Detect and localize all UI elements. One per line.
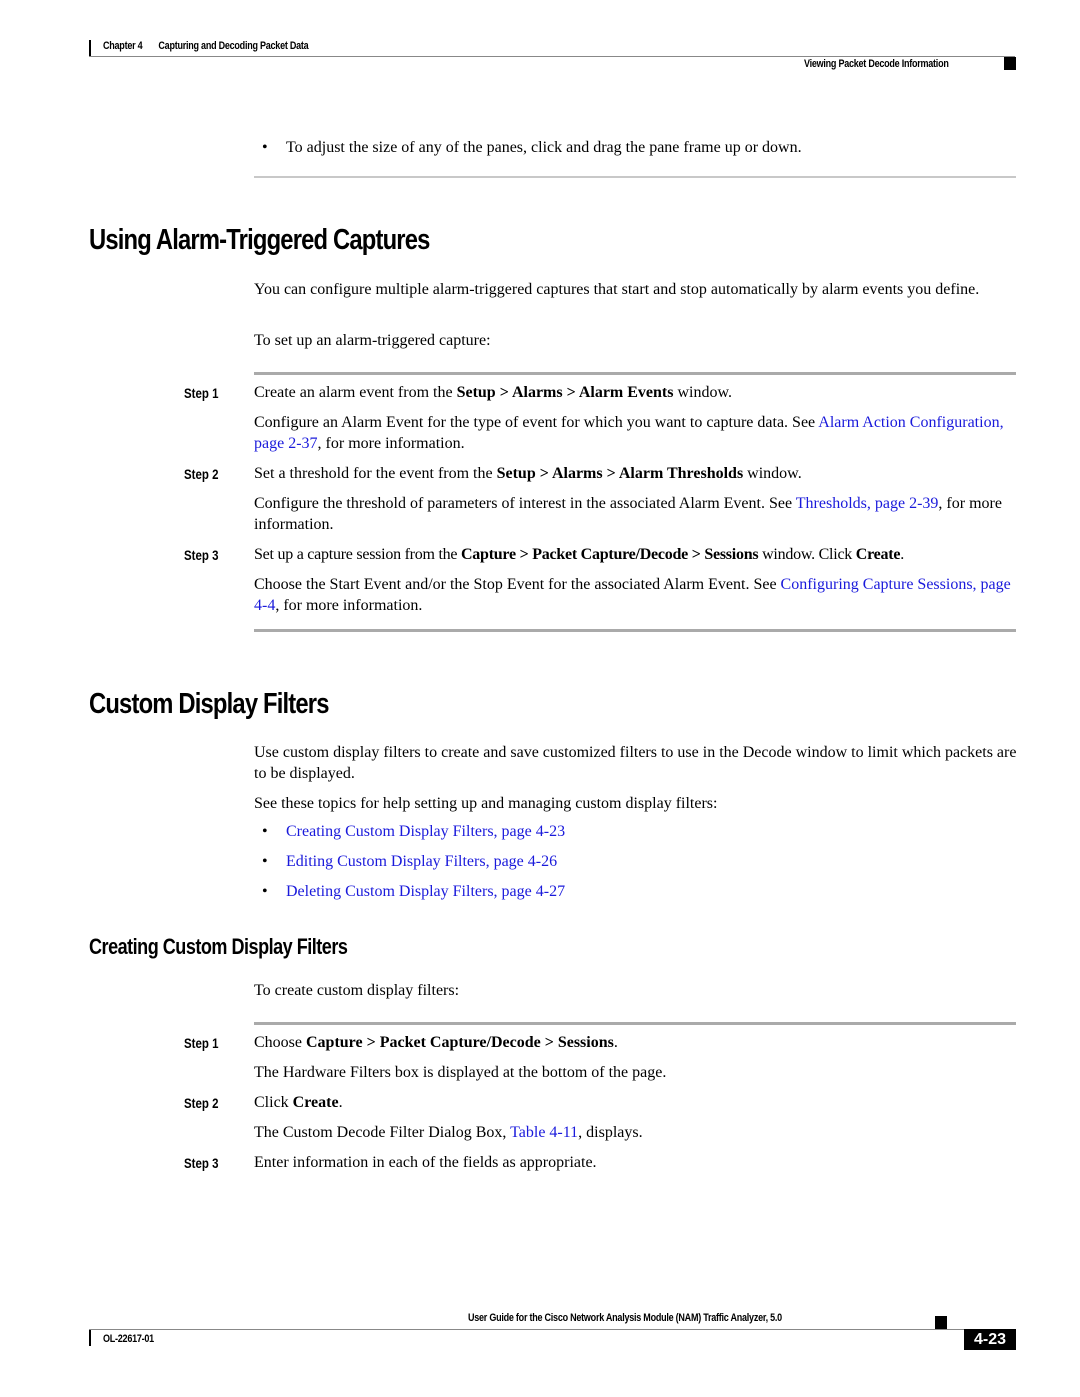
menu-path: Capture > Packet Capture/Decode > Sessio… [461,546,759,563]
step-label: Step 3 [184,1155,219,1171]
footer-left-bar [89,1330,91,1346]
create-label: Create [292,1094,339,1111]
header-left-bar [89,40,91,56]
step-text-post: . [338,1094,343,1111]
step-text-pre: Create an alarm event from the [254,384,457,401]
paragraph: Use custom display filters to create and… [254,744,1017,782]
detail-text-post: , for more information. [317,435,465,452]
detail-text-post: , for more information. [275,597,423,614]
footer-rule [89,1329,1016,1330]
section-heading-alarm-triggered: Using Alarm-Triggered Captures [89,224,430,256]
thresholds-link[interactable]: Thresholds, page 2-39 [796,495,939,512]
page-number: 4-23 [964,1329,1016,1350]
step-text-pre: Choose [254,1034,306,1051]
step-text: Click Create. [254,1092,1024,1113]
step-text-post: window. [673,384,732,401]
step-text: Set a threshold for the event from the S… [254,463,1024,484]
step-text: Enter information in each of the fields … [254,1154,597,1171]
bullet-dot: • [262,823,268,840]
step-text-post: window. Click [758,546,856,563]
step-label: Step 1 [184,385,219,401]
editing-custom-display-filters-link[interactable]: Editing Custom Display Filters, page 4-2… [286,853,557,871]
step-detail: The Custom Decode Filter Dialog Box, Tab… [254,1122,1024,1143]
divider [254,176,1016,178]
paragraph: See these topics for help setting up and… [254,795,718,812]
step-detail: Choose the Start Event and/or the Stop E… [254,574,1024,616]
paragraph: To set up an alarm-triggered capture: [254,332,491,349]
bullet-dot: • [262,853,268,870]
detail-text: The Custom Decode Filter Dialog Box, [254,1124,511,1141]
procedure-rule-top [254,372,1016,375]
step-label: Step 3 [184,547,219,563]
step-text-end: . [900,546,904,563]
step-text: Choose Capture > Packet Capture/Decode >… [254,1032,1024,1053]
footer-marker-square [935,1316,947,1329]
bullet-dot: • [262,883,268,900]
creating-custom-display-filters-link[interactable]: Creating Custom Display Filters, page 4-… [286,823,565,841]
paragraph: To create custom display filters: [254,982,460,999]
menu-path: Setup > Alarms > Alarm Events [456,384,674,401]
footer-doc-number: OL-22617-01 [103,1333,154,1345]
chapter-number: Chapter 4 [103,40,143,52]
table-4-11-link[interactable]: Table 4-11 [510,1124,578,1141]
step-detail: Configure an Alarm Event for the type of… [254,412,1024,454]
procedure-rule-top [254,1022,1016,1025]
section-heading-custom-display-filters: Custom Display Filters [89,688,329,720]
paragraph: You can configure multiple alarm-trigger… [254,281,980,298]
detail-text-post: , displays. [578,1124,643,1141]
step-text-pre: Set up a capture session from the [254,546,461,563]
menu-path: Setup > Alarms > Alarm Thresholds [496,465,744,482]
create-label: Create [855,546,901,563]
header-section-title: Viewing Packet Decode Information [804,58,949,70]
bullet-dot: • [262,139,268,156]
step-text: Set up a capture session from the Captur… [254,544,1024,565]
step-text-pre: Set a threshold for the event from the [254,465,497,482]
step-label: Step 1 [184,1035,219,1051]
deleting-custom-display-filters-link[interactable]: Deleting Custom Display Filters, page 4-… [286,883,565,901]
subsection-heading-creating-filters: Creating Custom Display Filters [89,934,348,959]
step-detail: Configure the threshold of parameters of… [254,493,1024,535]
header-chapter: Chapter 4 Capturing and Decoding Packet … [103,40,309,52]
detail-text: Configure an Alarm Event for the type of… [254,414,819,431]
step-text-pre: Click [254,1094,293,1111]
header-marker-square [1004,57,1016,70]
menu-path: Capture > Packet Capture/Decode > Sessio… [306,1034,614,1051]
header-rule [89,56,1015,57]
step-label: Step 2 [184,1095,219,1111]
step-text: Create an alarm event from the Setup > A… [254,382,1024,403]
detail-text: Configure the threshold of parameters of… [254,495,796,512]
step-label: Step 2 [184,466,219,482]
step-text-post: . [613,1034,618,1051]
chapter-title: Capturing and Decoding Packet Data [158,40,309,52]
step-text-post: window. [743,465,802,482]
detail-text: Choose the Start Event and/or the Stop E… [254,576,781,593]
footer-guide-title: User Guide for the Cisco Network Analysi… [468,1312,782,1324]
procedure-rule-bottom [254,629,1016,632]
step-detail: The Hardware Filters box is displayed at… [254,1064,667,1081]
intro-bullet-text: To adjust the size of any of the panes, … [286,139,802,156]
